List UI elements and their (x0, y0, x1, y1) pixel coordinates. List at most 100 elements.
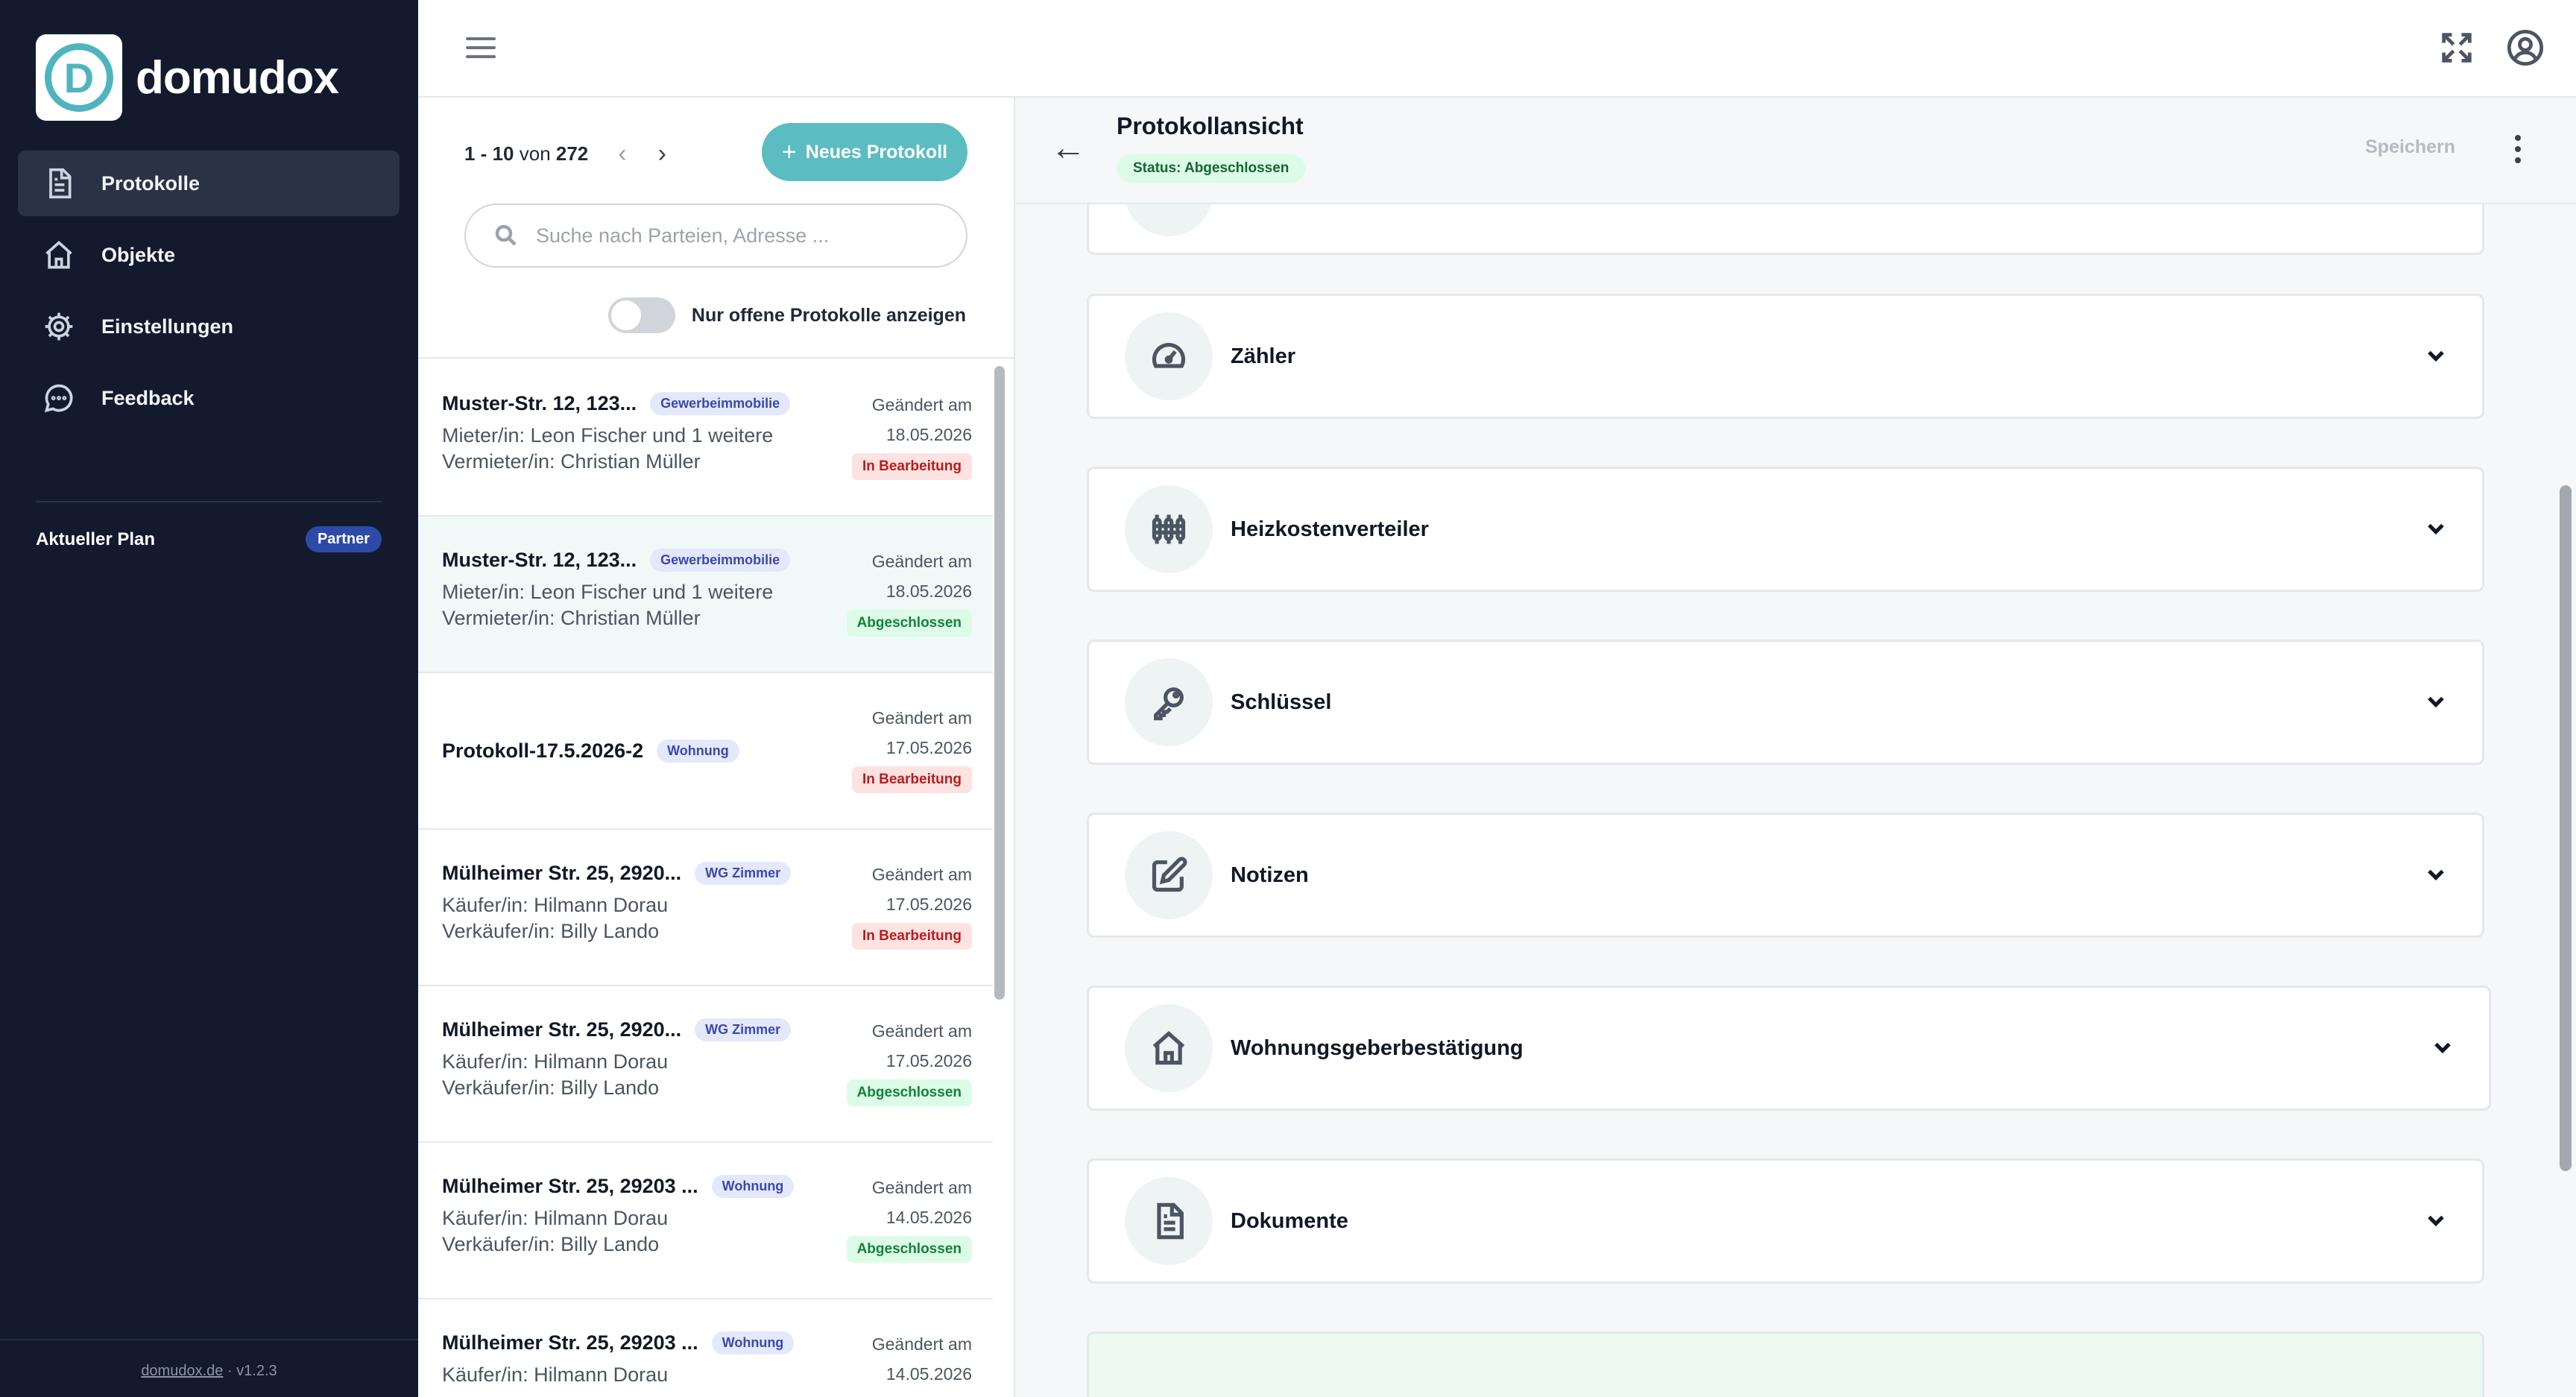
list-item[interactable]: Protokoll-17.5.2026-2 Wohnung Geändert am… (418, 673, 993, 830)
changed-label: Geändert am (871, 552, 972, 571)
changed-date: 18.05.2026 (886, 425, 972, 444)
changed-label: Geändert am (871, 1021, 972, 1041)
section-zaehler[interactable]: Zähler (1087, 294, 2484, 419)
document-icon (1125, 1177, 1213, 1265)
changed-date: 18.05.2026 (886, 581, 972, 601)
section-dokumente[interactable]: Dokumente (1087, 1158, 2484, 1284)
brand-name: domudox (136, 51, 339, 104)
list-item[interactable]: Mülheimer Str. 25, 29203 ... Wohnung Käuf… (418, 1143, 993, 1299)
sidebar-item-protokolle[interactable]: Protokolle (18, 151, 400, 216)
item-title: Mülheimer Str. 25, 2920... (442, 861, 682, 884)
list-item[interactable]: Muster-Str. 12, 123... Gewerbeimmobilie M… (418, 517, 993, 673)
search-input[interactable]: Suche nach Parteien, Adresse ... (464, 204, 967, 268)
changed-label: Geändert am (871, 865, 972, 884)
protocol-list: Muster-Str. 12, 123... Gewerbeimmobilie M… (418, 360, 993, 1397)
sidebar-item-label: Feedback (101, 386, 195, 409)
key-icon (1125, 658, 1213, 746)
type-tag: WG Zimmer (695, 1018, 792, 1041)
plan-badge: Partner (305, 526, 382, 552)
gauge-icon (1125, 312, 1213, 400)
back-arrow-icon[interactable]: ← (1050, 127, 1086, 168)
chevron-down-icon (2429, 1034, 2456, 1065)
user-account-icon[interactable] (2506, 28, 2545, 67)
section-completion[interactable] (1087, 1331, 2484, 1397)
chevron-down-icon (2422, 688, 2449, 719)
item-title: Muster-Str. 12, 123... (442, 391, 637, 414)
type-tag: Wohnung (657, 739, 739, 763)
footer-link[interactable]: domudox.de (141, 1363, 223, 1379)
open-only-toggle[interactable] (607, 297, 675, 333)
section-schluessel[interactable]: Schlüssel (1087, 640, 2484, 765)
section-heizkostenverteiler[interactable]: Heizkostenverteiler (1087, 467, 2484, 592)
list-scrollbar[interactable] (994, 366, 1005, 1000)
sidebar-item-label: Objekte (101, 243, 176, 266)
page-title: Protokollansicht (1117, 113, 1304, 139)
sidebar-item-objekte[interactable]: Objekte (18, 222, 400, 288)
chevron-down-icon (2422, 1207, 2449, 1237)
sidebar-item-label: Protokolle (101, 171, 201, 195)
new-protocol-button[interactable]: + Neues Protokoll (762, 123, 967, 181)
type-tag: Wohnung (711, 1174, 795, 1198)
item-title: Mülheimer Str. 25, 29203 ... (442, 1174, 698, 1197)
list-item[interactable]: Muster-Str. 12, 123... Gewerbeimmobilie M… (418, 360, 993, 517)
save-button[interactable]: Speichern (2365, 136, 2455, 158)
chevron-down-icon (2422, 515, 2449, 546)
chevron-down-icon (2422, 861, 2449, 892)
section-label: Heizkostenverteiler (1231, 517, 1429, 541)
more-options-icon[interactable] (2515, 135, 2522, 168)
detail-header: ← Protokollansicht Status: Abgeschlossen… (1016, 98, 2576, 204)
list-item[interactable]: Mülheimer Str. 25, 2920... WG Zimmer Käuf… (418, 830, 993, 986)
sidebar-nav: Protokolle Objekte Einstellungen Feedbac… (18, 151, 400, 437)
search-placeholder: Suche nach Parteien, Adresse ... (536, 224, 830, 247)
search-icon (495, 224, 517, 246)
item-title: Mülheimer Str. 25, 2920... (442, 1018, 682, 1041)
status-badge: Abgeschlossen (846, 610, 972, 637)
prev-page-icon[interactable]: ‹ (618, 139, 626, 168)
fullscreen-icon[interactable] (2437, 28, 2476, 67)
changed-date: 14.05.2026 (886, 1208, 972, 1227)
list-header: 1 - 10 von 272 ‹ › + Neues Protokoll Suc… (418, 98, 1014, 359)
new-protocol-label: Neues Protokoll (805, 141, 948, 163)
chevron-down-icon (2422, 342, 2449, 373)
section-label: Notizen (1231, 863, 1309, 887)
open-only-filter: Nur offene Protokolle anzeigen (607, 297, 966, 333)
logo-letter: D (45, 43, 113, 112)
section-wohnungsgeberbestaetigung[interactable]: Wohnungsgeberbestätigung (1087, 986, 2491, 1111)
changed-date: 17.05.2026 (886, 738, 972, 757)
gear-icon (42, 309, 76, 344)
sidebar-footer-divider (0, 1339, 418, 1340)
home-icon (1125, 1004, 1213, 1092)
section-notizen[interactable]: Notizen (1087, 813, 2484, 938)
item-title: Mülheimer Str. 25, 29203 ... (442, 1331, 698, 1354)
toggle-label: Nur offene Protokolle anzeigen (691, 304, 966, 326)
type-tag: Wohnung (711, 1331, 795, 1355)
section-label: Dokumente (1231, 1208, 1348, 1233)
home-icon (42, 238, 76, 272)
plus-icon: + (781, 137, 797, 166)
changed-date: 14.05.2026 (886, 1364, 972, 1384)
sidebar-item-feedback[interactable]: Feedback (18, 365, 400, 431)
changed-date: 17.05.2026 (886, 1051, 972, 1070)
item-title: Muster-Str. 12, 123... (442, 548, 637, 571)
type-tag: WG Zimmer (695, 861, 792, 885)
top-bar (418, 0, 2576, 98)
pagination: 1 - 10 von 272 ‹ › (464, 139, 666, 168)
menu-icon[interactable] (463, 31, 499, 67)
protocol-detail-panel: ← Protokollansicht Status: Abgeschlossen… (1016, 98, 2576, 1397)
chat-icon (42, 381, 76, 415)
list-item[interactable]: Mülheimer Str. 25, 29203 ... Wohnung Käuf… (418, 1299, 993, 1397)
sidebar: D domudox Protokolle Objekte Einstellung… (0, 0, 418, 1397)
type-tag: Gewerbeimmobilie (650, 548, 791, 572)
next-page-icon[interactable]: › (658, 139, 666, 168)
footer-separator: · (227, 1363, 233, 1379)
list-item[interactable]: Mülheimer Str. 25, 2920... WG Zimmer Käuf… (418, 986, 993, 1143)
document-icon (42, 166, 76, 201)
changed-label: Geändert am (871, 395, 972, 414)
sidebar-item-einstellungen[interactable]: Einstellungen (18, 294, 400, 359)
sidebar-footer: domudox.de · v1.2.3 (0, 1363, 418, 1380)
section-label: Zähler (1231, 344, 1296, 368)
changed-date: 17.05.2026 (886, 895, 972, 914)
logo[interactable]: D domudox (36, 34, 339, 121)
edit-icon (1125, 831, 1213, 919)
detail-scrollbar[interactable] (2560, 485, 2572, 1171)
